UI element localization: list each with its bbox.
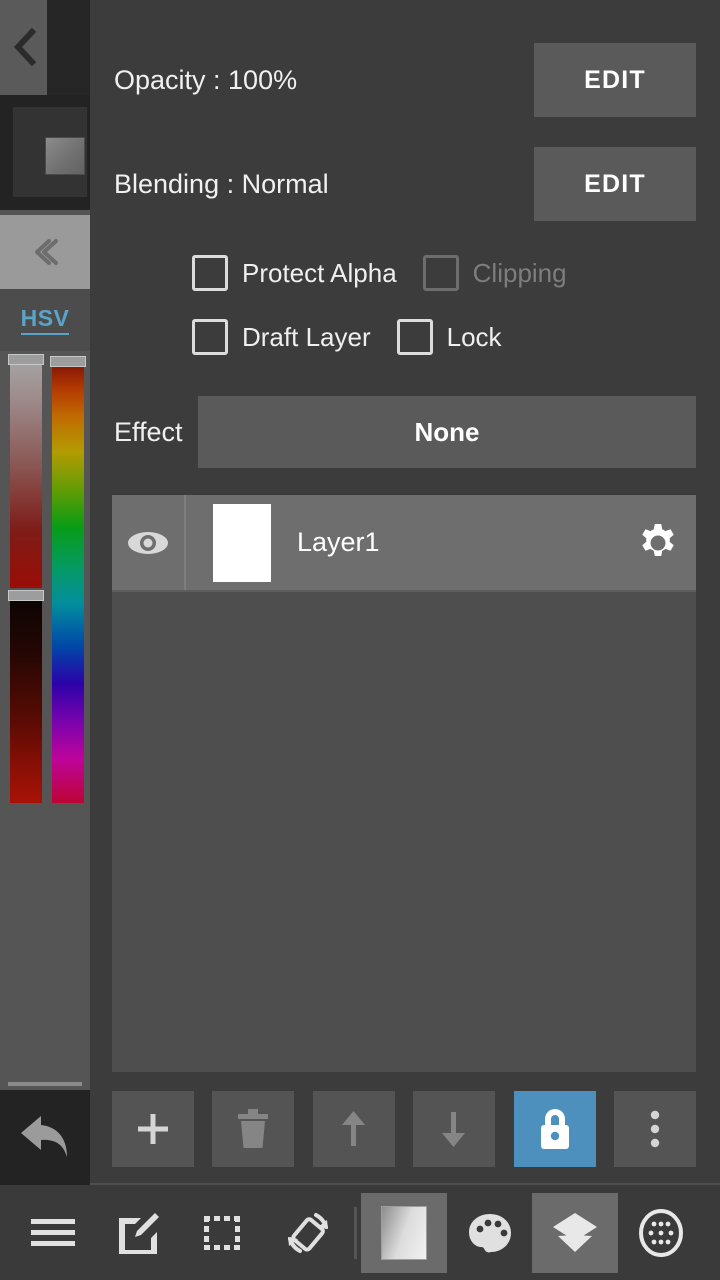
checkbox-row-two: Draft Layer Lock xyxy=(114,315,696,359)
back-and-swatch-header xyxy=(0,0,137,95)
effect-label: Effect xyxy=(114,416,183,447)
color-sidebar: HSV xyxy=(0,0,137,1185)
lock-checkbox-box[interactable] xyxy=(396,319,433,355)
layer-more-button[interactable] xyxy=(613,1091,696,1167)
color-mode-tab-hsv[interactable]: HSV xyxy=(0,289,90,351)
layer-visibility-toggle[interactable] xyxy=(112,495,186,590)
add-layer-button[interactable] xyxy=(112,1091,194,1167)
undo-arrow-icon xyxy=(21,1115,67,1157)
draft-layer-label: Draft Layer xyxy=(242,321,371,352)
lock-label: Lock xyxy=(446,321,502,352)
plus-icon xyxy=(138,1114,168,1144)
undo-button[interactable] xyxy=(0,1090,90,1185)
protect-alpha-checkbox[interactable]: Protect Alpha xyxy=(192,255,397,291)
opacity-row: Opacity : 100% EDIT xyxy=(114,43,696,117)
edit-pencil-icon xyxy=(118,1212,159,1254)
secondary-swatch-frame xyxy=(13,107,87,197)
color-palette-icon xyxy=(468,1213,511,1252)
layer-name-label: Layer1 xyxy=(297,527,380,557)
double-chevron-left-icon xyxy=(35,239,58,265)
rotate-tab[interactable] xyxy=(265,1185,350,1280)
secondary-color-swatch-slot[interactable] xyxy=(0,95,90,210)
effect-row: Effect None xyxy=(114,396,696,468)
checkbox-row-one: Protect Alpha Clipping xyxy=(114,251,696,295)
brush-tab[interactable] xyxy=(618,1185,703,1280)
select-tab[interactable] xyxy=(180,1185,265,1280)
clipping-checkbox-box[interactable] xyxy=(422,255,459,291)
blending-label: Blending : Normal xyxy=(114,168,329,199)
primary-color-swatch-slot[interactable] xyxy=(47,0,137,95)
clipping-label: Clipping xyxy=(472,257,567,288)
blending-row: Blending : Normal EDIT xyxy=(114,147,696,221)
bottom-toolbar xyxy=(0,1185,720,1280)
rail-divider xyxy=(8,1082,82,1086)
layer-settings-button[interactable] xyxy=(620,495,696,590)
rotate-canvas-icon xyxy=(287,1212,328,1253)
lock-icon xyxy=(540,1109,569,1149)
table-row[interactable]: Layer1 xyxy=(112,495,696,592)
hamburger-menu-icon xyxy=(30,1218,75,1246)
menu-tab[interactable] xyxy=(10,1185,95,1280)
layer-list[interactable]: Layer1 xyxy=(112,495,696,1072)
lock-layer-button[interactable] xyxy=(513,1091,596,1167)
chevron-left-icon[interactable] xyxy=(8,24,42,70)
saturation-value-slider[interactable] xyxy=(8,354,44,803)
secondary-color-swatch[interactable] xyxy=(45,137,85,175)
draft-layer-checkbox[interactable]: Draft Layer xyxy=(192,319,371,355)
protect-alpha-checkbox-box[interactable] xyxy=(192,255,228,291)
layers-tab[interactable] xyxy=(532,1192,618,1273)
opacity-label: Opacity : 100% xyxy=(114,64,298,95)
more-vertical-icon xyxy=(650,1110,660,1148)
hue-thumb[interactable] xyxy=(50,356,86,367)
saturation-thumb[interactable] xyxy=(8,354,44,365)
opacity-edit-button[interactable]: EDIT xyxy=(534,43,696,117)
effect-select[interactable]: None xyxy=(198,396,696,468)
layer-action-toolbar xyxy=(112,1091,696,1167)
saturation-track[interactable] xyxy=(10,358,42,588)
draft-layer-checkbox-box[interactable] xyxy=(192,319,228,355)
clipping-checkbox[interactable]: Clipping xyxy=(422,255,567,291)
hue-slider[interactable] xyxy=(50,356,86,803)
color-mode-label: HSV xyxy=(20,305,70,335)
lock-checkbox[interactable]: Lock xyxy=(396,319,502,355)
arrow-down-icon xyxy=(442,1112,466,1147)
palette-tab[interactable] xyxy=(447,1185,532,1280)
trash-icon xyxy=(238,1109,269,1148)
marquee-selection-icon xyxy=(203,1215,240,1250)
layer-properties-screen: HSV Opacity : 100% EDIT Blending : Norma… xyxy=(0,0,720,1280)
value-track[interactable] xyxy=(10,596,42,803)
blending-edit-button[interactable]: EDIT xyxy=(534,147,696,221)
eye-icon xyxy=(128,531,168,554)
delete-layer-button[interactable] xyxy=(212,1091,295,1167)
collapse-color-panel-button[interactable] xyxy=(0,215,90,289)
gear-icon xyxy=(642,523,674,556)
move-layer-up-button[interactable] xyxy=(312,1091,395,1167)
toolbar-divider xyxy=(354,1206,357,1259)
arrow-up-icon xyxy=(341,1111,365,1146)
value-thumb[interactable] xyxy=(8,590,44,601)
protect-alpha-label: Protect Alpha xyxy=(242,257,397,288)
move-layer-down-button[interactable] xyxy=(413,1091,496,1167)
layer-thumbnail[interactable] xyxy=(213,503,271,582)
layer-panel: Opacity : 100% EDIT Blending : Normal ED… xyxy=(90,0,720,1185)
dotted-circle-brush-icon xyxy=(638,1208,683,1257)
draw-tab[interactable] xyxy=(95,1185,180,1280)
layers-stack-icon xyxy=(553,1212,597,1252)
hue-track[interactable] xyxy=(52,358,84,803)
canvas-tab[interactable] xyxy=(361,1192,447,1273)
canvas-square-icon xyxy=(381,1205,427,1260)
